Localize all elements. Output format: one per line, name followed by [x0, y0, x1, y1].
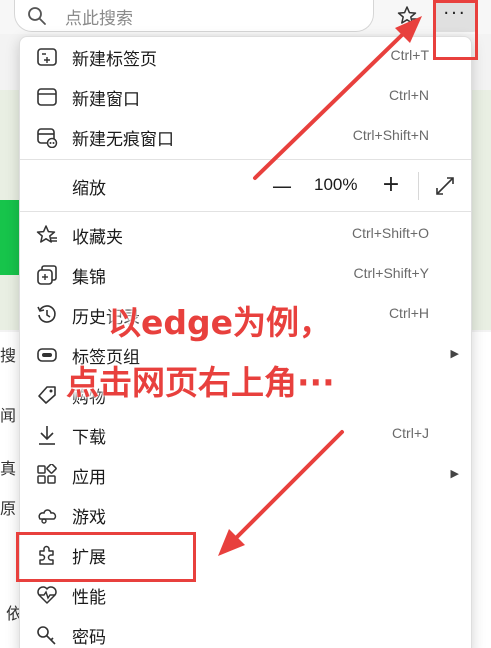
- search-placeholder: 点此搜索: [65, 9, 133, 29]
- menu-item-shortcut: Ctrl+Shift+Y: [353, 265, 429, 281]
- page-background-right: [472, 90, 491, 330]
- favorites-star-icon[interactable]: [397, 5, 419, 27]
- zoom-level: 100%: [314, 175, 358, 194]
- zoom-out-button[interactable]: —: [272, 174, 292, 198]
- menu-item-favorites[interactable]: 收藏夹 Ctrl+Shift+O: [20, 215, 471, 255]
- performance-heart-icon: [37, 586, 57, 604]
- shopping-tag-icon: [38, 386, 56, 404]
- zoom-separator: [418, 172, 419, 200]
- menu-divider: [20, 159, 471, 160]
- submenu-arrow-icon: ▶: [450, 347, 459, 360]
- page-text-fragment: 真: [0, 459, 17, 478]
- menu-item-shortcut: Ctrl+Shift+O: [351, 225, 429, 241]
- page-text-fragment: 原: [0, 499, 17, 518]
- annotation-text-line-2: 点击网页右上角···: [66, 363, 335, 402]
- annotation-highlight-more-button: [433, 0, 478, 60]
- new-window-icon: [37, 88, 57, 106]
- menu-item-label: 收藏夹: [72, 228, 123, 248]
- tab-groups-icon: [37, 348, 57, 362]
- collections-icon: [37, 265, 57, 285]
- menu-item-label: 新建无痕窗口: [72, 130, 174, 150]
- menu-item-shortcut: Ctrl+N: [388, 87, 429, 103]
- menu-divider: [20, 211, 471, 212]
- menu-item-label: 缩放: [72, 179, 106, 199]
- menu-item-new-window[interactable]: 新建窗口 Ctrl+N: [20, 77, 471, 117]
- menu-item-label: 下载: [72, 428, 106, 448]
- fullscreen-icon[interactable]: [434, 175, 456, 197]
- apps-grid-icon: [37, 464, 57, 484]
- page-text-fragment: 搜: [0, 346, 17, 365]
- search-box[interactable]: 点此搜索: [14, 0, 374, 32]
- page-green-banner: [0, 200, 20, 275]
- inprivate-window-icon: [37, 128, 58, 148]
- password-key-icon: [37, 626, 56, 645]
- menu-item-zoom: 缩放 — 100% +: [20, 166, 471, 206]
- menu-item-label: 新建标签页: [72, 50, 157, 70]
- page-lower-right: [472, 332, 491, 648]
- menu-item-label: 游戏: [72, 508, 106, 528]
- menu-item-label: 应用: [72, 468, 106, 488]
- submenu-arrow-icon: ▶: [450, 467, 459, 480]
- search-icon: [28, 7, 46, 25]
- menu-item-apps[interactable]: 应用 ▶: [20, 455, 471, 495]
- menu-item-new-tab[interactable]: 新建标签页 Ctrl+T: [20, 37, 471, 77]
- menu-item-label: 集锦: [72, 268, 106, 288]
- menu-item-shortcut: Ctrl+H: [388, 305, 429, 321]
- annotation-text-line-1: 以edge为例，: [108, 303, 333, 342]
- history-clock-icon: [37, 305, 56, 323]
- menu-item-shortcut: Ctrl+T: [390, 47, 430, 63]
- menu-item-shortcut: Ctrl+J: [392, 425, 429, 441]
- browser-toolbar: 点此搜索 ···: [0, 0, 491, 34]
- new-tab-icon: [37, 48, 57, 66]
- games-icon: [38, 509, 57, 524]
- menu-item-passwords[interactable]: 密码: [20, 615, 471, 648]
- download-icon: [39, 426, 55, 445]
- page-text-fragment: 闻: [0, 406, 17, 425]
- menu-item-label: 密码: [72, 628, 106, 648]
- annotation-highlight-extensions: [16, 532, 196, 582]
- menu-item-downloads[interactable]: 下载 Ctrl+J: [20, 415, 471, 455]
- menu-item-shortcut: Ctrl+Shift+N: [352, 127, 429, 143]
- menu-item-collections[interactable]: 集锦 Ctrl+Shift+Y: [20, 255, 471, 295]
- menu-item-games[interactable]: 游戏: [20, 495, 471, 535]
- favorites-icon: [36, 225, 57, 243]
- menu-item-new-inprivate-window[interactable]: 新建无痕窗口 Ctrl+Shift+N: [20, 117, 471, 157]
- menu-item-label: 性能: [72, 588, 106, 608]
- menu-item-label: 新建窗口: [72, 90, 140, 110]
- zoom-in-button[interactable]: +: [380, 172, 402, 197]
